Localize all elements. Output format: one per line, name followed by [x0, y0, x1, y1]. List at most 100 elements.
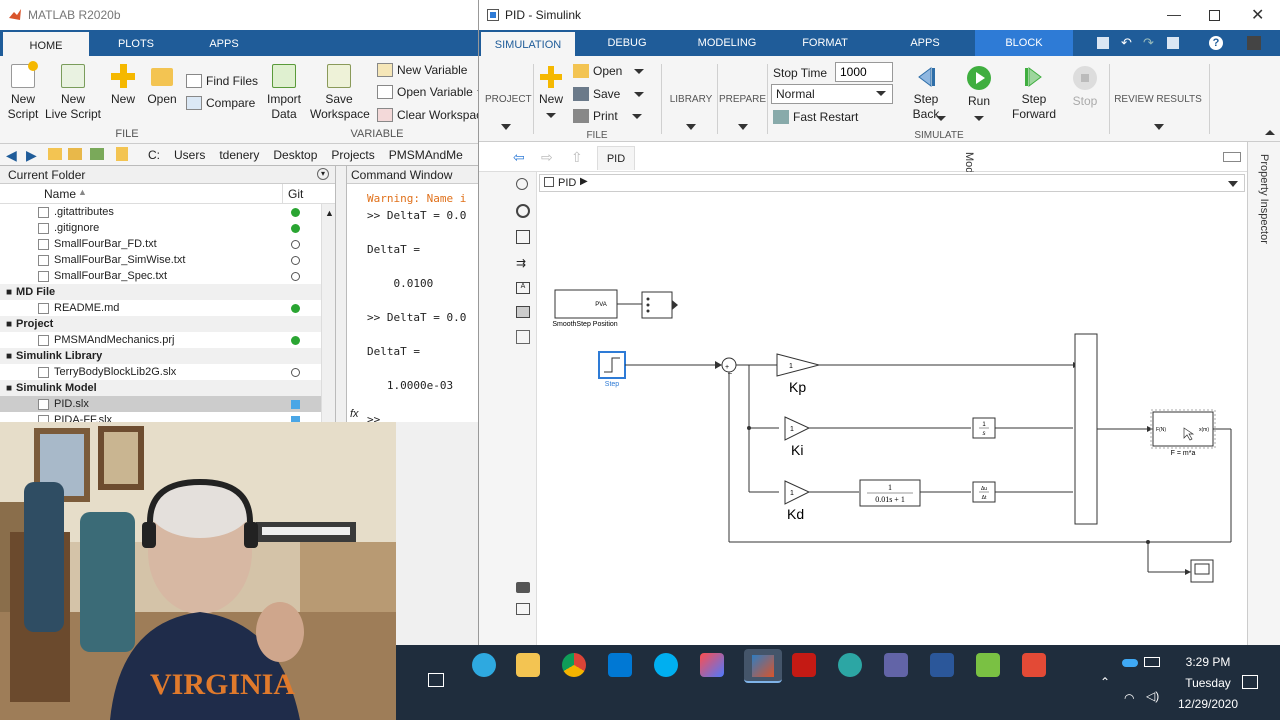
- image-icon[interactable]: [516, 306, 530, 318]
- sum-block[interactable]: [1074, 333, 1098, 525]
- up-folder-icon[interactable]: [48, 148, 62, 160]
- network-icon[interactable]: [1144, 657, 1160, 667]
- new-button[interactable]: New: [108, 64, 138, 107]
- camera-icon[interactable]: [516, 582, 530, 593]
- scrollbar[interactable]: ▲: [321, 204, 335, 422]
- annotation-icon[interactable]: A: [516, 282, 530, 294]
- block-diagram[interactable]: PVA SmoothStep Position Step +– 1 Kp 1 K…: [537, 172, 1247, 645]
- plant-block[interactable]: F(N) x(m) F = m*a: [1150, 409, 1216, 457]
- forward-arrow-icon[interactable]: ▶: [26, 147, 37, 164]
- hide-palette-icon[interactable]: [516, 178, 528, 190]
- library-button[interactable]: LIBRARY: [667, 94, 715, 105]
- tab-modeling[interactable]: MODELING: [685, 30, 769, 56]
- file-list-item[interactable]: SmallFourBar_Spec.txt: [0, 268, 335, 284]
- recorder-icon[interactable]: [1022, 653, 1046, 677]
- edge-icon[interactable]: [472, 653, 496, 677]
- file-list-item[interactable]: PID.slx: [0, 396, 335, 412]
- search-folder-icon[interactable]: [90, 148, 104, 160]
- import-data-button[interactable]: Import Data: [262, 64, 306, 122]
- address-segment[interactable]: Projects: [331, 148, 374, 162]
- simulation-mode-select[interactable]: Normal: [771, 84, 893, 104]
- chevron-up-icon[interactable]: ⌃: [1100, 675, 1110, 689]
- transfer-fcn-block[interactable]: 1 0.01s + 1: [859, 479, 921, 507]
- open-variable-button[interactable]: Open Variable: [377, 85, 487, 99]
- redo-icon[interactable]: ↷: [1143, 35, 1154, 51]
- new-variable-button[interactable]: New Variable: [377, 63, 467, 77]
- print-button[interactable]: Print: [573, 109, 642, 123]
- skype-icon[interactable]: [654, 653, 678, 677]
- address-segment[interactable]: PMSMAndMe: [389, 148, 463, 162]
- keyboard-icon[interactable]: [1223, 152, 1241, 162]
- stop-button[interactable]: Stop: [1069, 66, 1101, 109]
- gain-kd-block[interactable]: 1 Kd: [784, 480, 811, 522]
- run-button[interactable]: Run: [963, 66, 995, 109]
- back-arrow-icon[interactable]: ⇦: [513, 149, 525, 166]
- clear-workspace-button[interactable]: Clear Workspace: [377, 108, 489, 122]
- integrator-block[interactable]: 1 s: [972, 417, 996, 439]
- tab-home[interactable]: HOME: [3, 30, 89, 56]
- pin-icon[interactable]: [1247, 36, 1261, 50]
- model-canvas[interactable]: PID ▶ PVA SmoothStep Position Step + – 1…: [537, 172, 1247, 645]
- tab-apps[interactable]: APPS: [184, 30, 264, 56]
- file-list-item[interactable]: SmallFourBar_FD.txt: [0, 236, 335, 252]
- clock-date[interactable]: 12/29/2020: [1166, 697, 1250, 711]
- tab-pid[interactable]: PID: [597, 146, 635, 170]
- new-model-button[interactable]: New: [537, 66, 565, 122]
- tab-debug[interactable]: DEBUG: [587, 30, 667, 56]
- tab-plots[interactable]: PLOTS: [96, 30, 176, 56]
- folder-group-header[interactable]: ■ Project: [0, 316, 335, 332]
- save-model-button[interactable]: Save: [573, 87, 645, 101]
- volume-icon[interactable]: ◁): [1146, 689, 1159, 703]
- chrome-icon[interactable]: [562, 653, 586, 677]
- open-model-button[interactable]: Open: [573, 64, 645, 78]
- step-block[interactable]: Step: [598, 351, 626, 388]
- task-view-icon[interactable]: [428, 673, 444, 687]
- tab-block[interactable]: BLOCK: [975, 30, 1073, 56]
- command-window[interactable]: Command Window Warning: Name i >> DeltaT …: [346, 166, 478, 426]
- save-icon[interactable]: [1097, 37, 1109, 49]
- app-icon[interactable]: [700, 653, 724, 677]
- collapse-icon[interactable]: ■: [6, 383, 12, 394]
- chevron-down-icon[interactable]: [1154, 124, 1164, 130]
- folder-group-header[interactable]: ■ Simulink Model: [0, 380, 335, 396]
- address-segment[interactable]: Users: [174, 148, 205, 162]
- clipboard-icon[interactable]: [1167, 37, 1179, 49]
- clock-day[interactable]: Tuesday: [1172, 676, 1244, 690]
- area-icon[interactable]: [516, 330, 530, 344]
- browse-folder-icon[interactable]: [68, 148, 82, 160]
- file-list-item[interactable]: .gitattributes: [0, 204, 335, 220]
- chevron-down-icon[interactable]: [974, 116, 984, 121]
- smoothstep-block[interactable]: PVA SmoothStep Position: [552, 289, 618, 328]
- app-icon[interactable]: [838, 653, 862, 677]
- project-button[interactable]: PROJECT: [485, 94, 532, 105]
- undo-icon[interactable]: ↶: [1121, 35, 1132, 51]
- folder-group-header[interactable]: ■ MD File: [0, 284, 335, 300]
- bus-selector-block[interactable]: [641, 291, 678, 319]
- derivative-block[interactable]: Δu Δt: [972, 481, 996, 503]
- file-list-item[interactable]: PMSMAndMechanics.prj: [0, 332, 335, 348]
- step-forward-button[interactable]: Step Forward: [1009, 66, 1059, 122]
- column-git[interactable]: Git: [288, 187, 303, 201]
- wifi-icon[interactable]: ◠: [1124, 691, 1134, 705]
- zoom-icon[interactable]: [516, 204, 530, 218]
- new-live-script-button[interactable]: New Live Script: [44, 64, 102, 122]
- address-segment[interactable]: C:: [148, 148, 160, 162]
- tab-simulation[interactable]: SIMULATION: [481, 30, 575, 56]
- collapse-icon[interactable]: ■: [6, 351, 12, 362]
- address-bar[interactable]: ◀ ▶ C: Users tdenery Desktop Projects PM…: [0, 144, 478, 166]
- collapse-icon[interactable]: ■: [6, 319, 12, 330]
- chevron-down-icon[interactable]: [738, 124, 748, 130]
- stop-time-input[interactable]: [835, 62, 893, 82]
- file-list-item[interactable]: .gitignore: [0, 220, 335, 236]
- acrobat-icon[interactable]: [792, 653, 816, 677]
- back-arrow-icon[interactable]: ◀: [6, 147, 17, 164]
- onedrive-icon[interactable]: [1122, 659, 1138, 667]
- file-list-item[interactable]: SmallFourBar_SimWise.txt: [0, 252, 335, 268]
- scope-block[interactable]: [1190, 559, 1214, 583]
- matlab-taskbar-button[interactable]: [744, 649, 782, 683]
- up-arrow-icon[interactable]: ⇧: [571, 149, 583, 166]
- collapse-icon[interactable]: ■: [6, 287, 12, 298]
- maximize-icon[interactable]: [1209, 10, 1220, 21]
- help-icon[interactable]: ?: [1209, 36, 1223, 50]
- camtasia-icon[interactable]: [976, 653, 1000, 677]
